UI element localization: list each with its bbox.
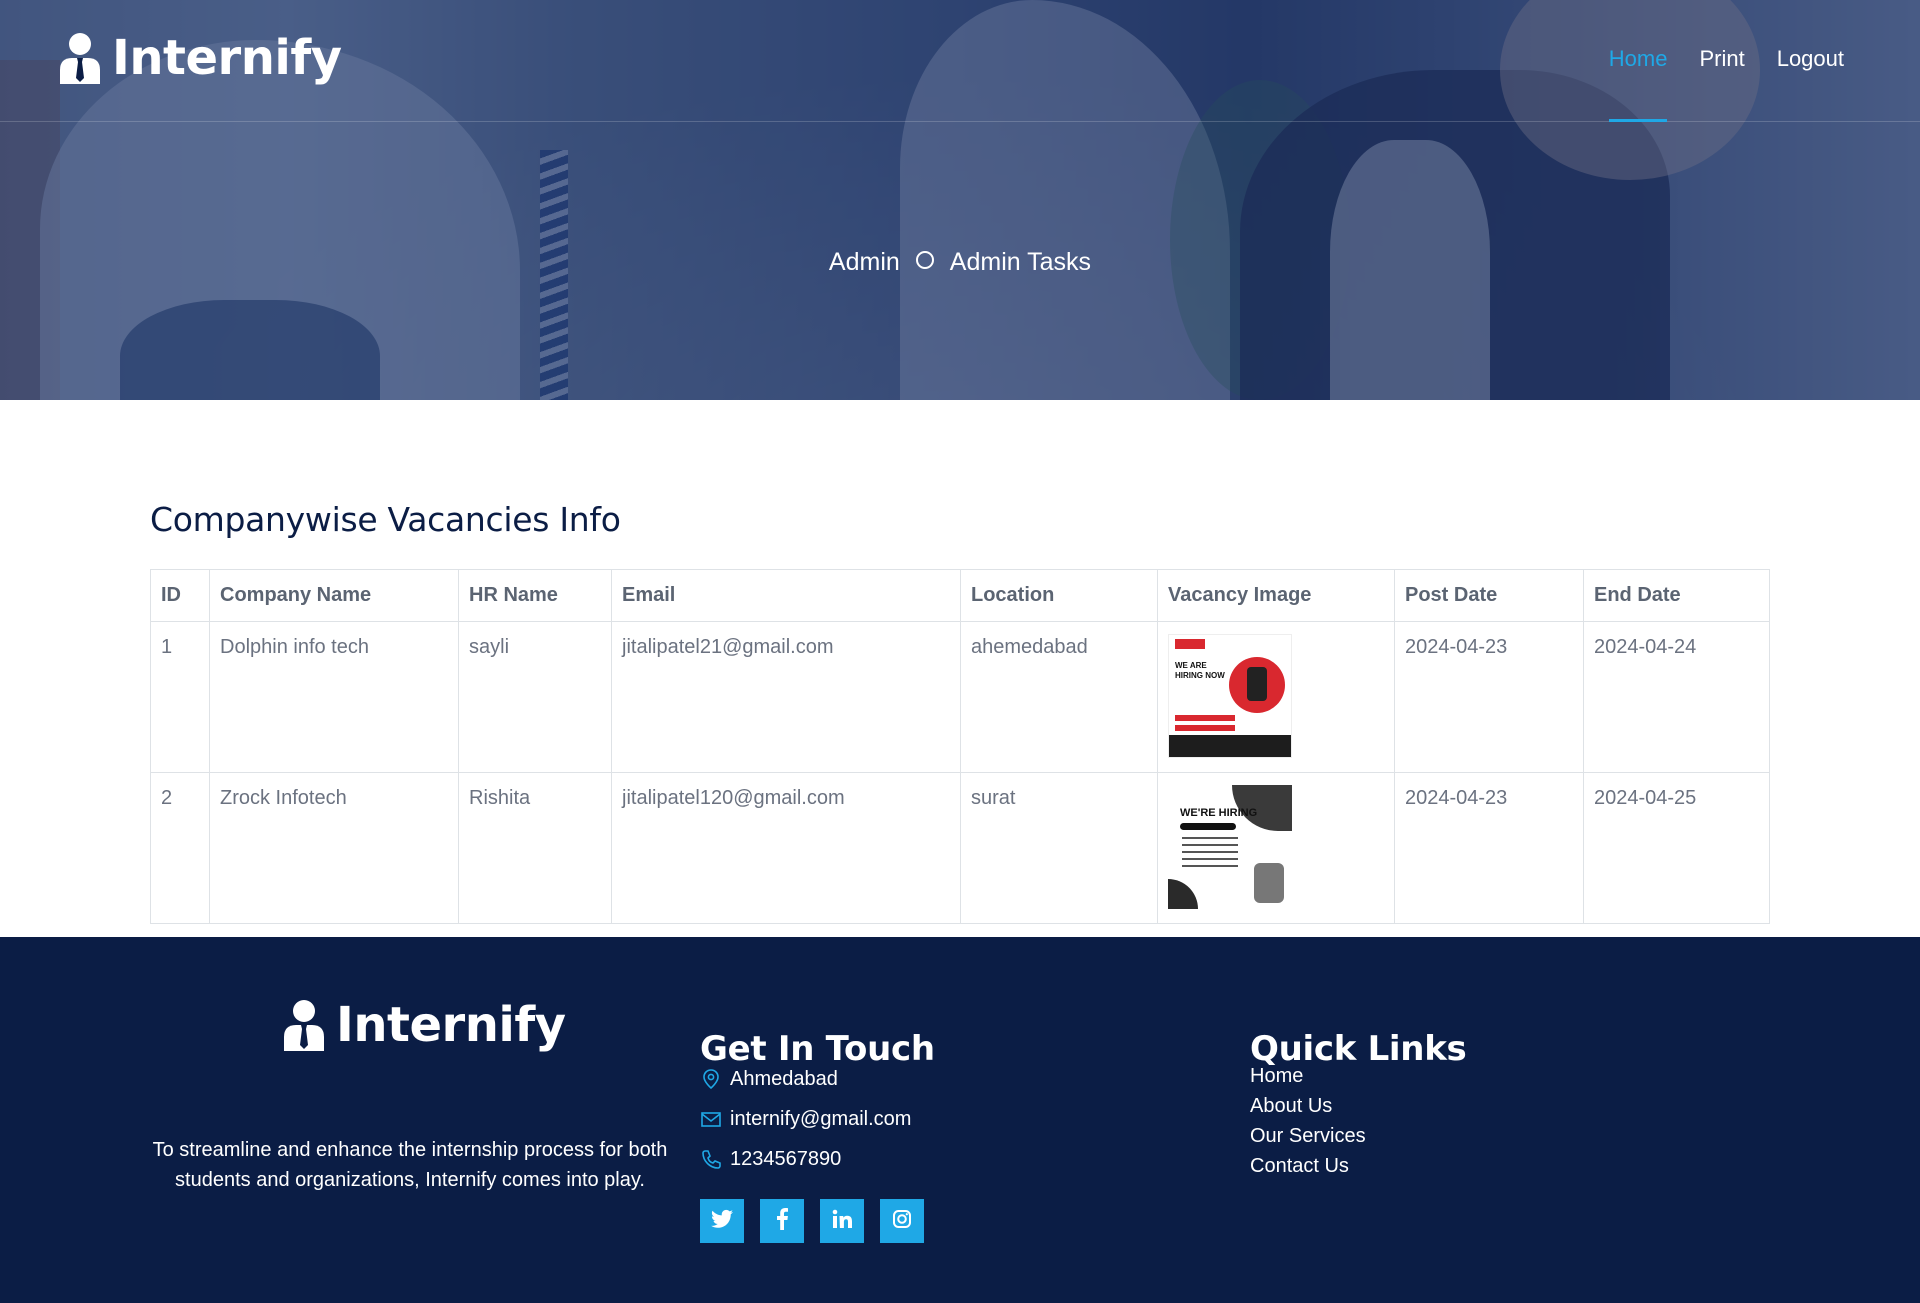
- poster-lines: [1182, 837, 1238, 869]
- nav-print[interactable]: Print: [1683, 46, 1760, 122]
- vacancy-image[interactable]: WE'RE HIRING: [1168, 785, 1292, 909]
- quick-link-about-us[interactable]: About Us: [1250, 1091, 1366, 1121]
- contact-email-link[interactable]: internify@gmail.com: [730, 1108, 911, 1131]
- col-header-end-date: End Date: [1583, 569, 1770, 622]
- cell-end-date: 2024-04-25: [1583, 772, 1770, 924]
- table-row: 2 Zrock Infotech Rishita jitalipatel120@…: [150, 772, 1770, 924]
- poster-corner: [1168, 879, 1198, 909]
- contact-phone-link[interactable]: 1234567890: [730, 1148, 841, 1171]
- col-header-post-date: Post Date: [1394, 569, 1584, 622]
- cell-email: jitalipatel120@gmail.com: [611, 772, 961, 924]
- footer-brand-logo[interactable]: Internify: [282, 997, 566, 1053]
- cell-hr: sayli: [458, 621, 612, 773]
- contact-email: internify@gmail.com: [700, 1099, 911, 1139]
- linkedin-button[interactable]: [820, 1199, 864, 1243]
- footer: Internify To streamline and enhance the …: [0, 937, 1920, 1303]
- table-header-row: ID Company Name HR Name Email Location V…: [150, 569, 1770, 622]
- person-icon: [58, 32, 102, 84]
- cell-company: Dolphin info tech: [209, 621, 459, 773]
- contact-info: Ahmedabad internify@gmail.com 1234567890: [700, 1059, 911, 1179]
- envelope-icon: [700, 1108, 722, 1130]
- circle-separator-icon: [915, 251, 934, 269]
- person-icon: [282, 999, 326, 1051]
- col-header-company: Company Name: [209, 569, 459, 622]
- brand-logo[interactable]: Internify: [58, 30, 342, 86]
- instagram-icon: [892, 1209, 912, 1234]
- nav-logout[interactable]: Logout: [1761, 46, 1860, 122]
- poster-headline: WE ARE HIRING NOW: [1175, 661, 1225, 680]
- footer-brand-name: Internify: [336, 997, 566, 1053]
- poster-figure: [1254, 863, 1284, 903]
- footer-about-text: To streamline and enhance the internship…: [152, 1139, 668, 1191]
- col-header-image: Vacancy Image: [1157, 569, 1395, 622]
- col-header-email: Email: [611, 569, 961, 622]
- quick-link-home[interactable]: Home: [1250, 1061, 1366, 1091]
- col-header-id: ID: [150, 569, 210, 622]
- cell-email: jitalipatel21@gmail.com: [611, 621, 961, 773]
- breadcrumb: Admin Admin Tasks: [0, 248, 1920, 277]
- cell-id: 2: [150, 772, 210, 924]
- vacancies-table: ID Company Name HR Name Email Location V…: [150, 569, 1770, 924]
- poster-bar: [1175, 715, 1235, 721]
- vacancy-image[interactable]: WE ARE HIRING NOW: [1168, 634, 1292, 758]
- cell-end-date: 2024-04-24: [1583, 621, 1770, 773]
- quick-link-our-services[interactable]: Our Services: [1250, 1121, 1366, 1151]
- col-header-hr: HR Name: [458, 569, 612, 622]
- main-content: Companywise Vacancies Info ID Company Na…: [150, 400, 1770, 924]
- linkedin-icon: [832, 1209, 852, 1234]
- cell-image: WE'RE HIRING: [1157, 772, 1395, 924]
- table-row: 1 Dolphin info tech sayli jitalipatel21@…: [150, 621, 1770, 773]
- col-header-location: Location: [960, 569, 1158, 622]
- poster-bar: [1175, 725, 1235, 731]
- contact-phone: 1234567890: [700, 1139, 911, 1179]
- breadcrumb-admin[interactable]: Admin: [829, 248, 900, 276]
- cell-image: WE ARE HIRING NOW: [1157, 621, 1395, 773]
- twitter-button[interactable]: [700, 1199, 744, 1243]
- quick-links: Home About Us Our Services Contact Us: [1250, 1061, 1366, 1181]
- hero-banner: Internify Home Print Logout Admin Admin T…: [0, 0, 1920, 400]
- page-title: Companywise Vacancies Info: [150, 500, 621, 539]
- cell-post-date: 2024-04-23: [1394, 772, 1584, 924]
- instagram-button[interactable]: [880, 1199, 924, 1243]
- brand-name: Internify: [112, 30, 342, 86]
- nav-home[interactable]: Home: [1593, 46, 1684, 122]
- map-pin-icon: [700, 1068, 722, 1090]
- twitter-icon: [711, 1209, 733, 1234]
- main-nav: Home Print Logout: [1593, 46, 1860, 122]
- facebook-button[interactable]: [760, 1199, 804, 1243]
- cell-company: Zrock Infotech: [209, 772, 459, 924]
- cell-location: ahemedabad: [960, 621, 1158, 773]
- cell-post-date: 2024-04-23: [1394, 621, 1584, 773]
- poster-footer: [1169, 735, 1291, 757]
- cell-location: surat: [960, 772, 1158, 924]
- phone-icon: [700, 1148, 722, 1170]
- social-links: [700, 1199, 924, 1243]
- poster-pill: [1180, 823, 1236, 830]
- poster-headline: WE'RE HIRING: [1180, 807, 1258, 819]
- cell-hr: Rishita: [458, 772, 612, 924]
- breadcrumb-current: Admin Tasks: [949, 248, 1092, 276]
- contact-address: Ahmedabad: [700, 1059, 911, 1099]
- quick-link-contact-us[interactable]: Contact Us: [1250, 1151, 1366, 1181]
- cell-id: 1: [150, 621, 210, 773]
- poster-chair-graphic: [1229, 657, 1285, 713]
- contact-address-text: Ahmedabad: [730, 1067, 838, 1090]
- facebook-icon: [776, 1207, 788, 1235]
- poster-logo: [1175, 639, 1205, 649]
